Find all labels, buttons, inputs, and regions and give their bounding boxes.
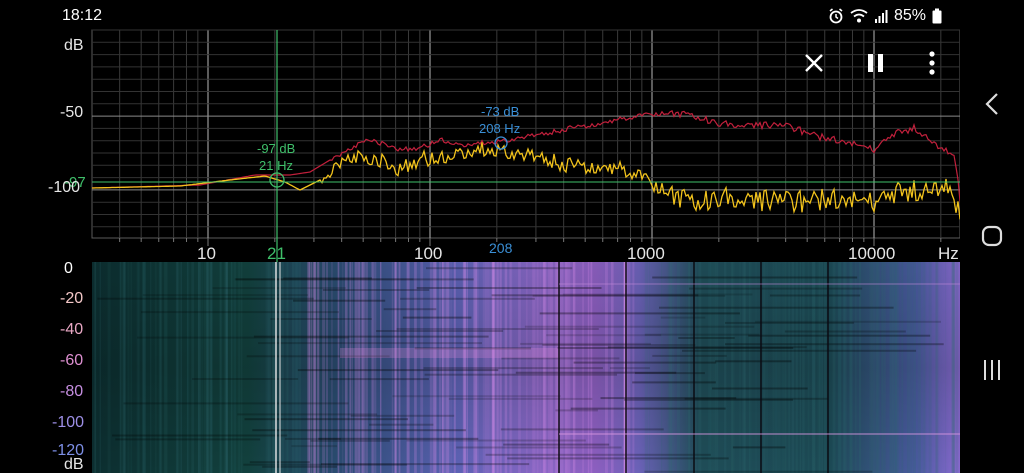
spectrum-plot[interactable]: -97 dB 21 Hz -97 21 -73 dB 208 Hz 208 dB…: [0, 0, 960, 262]
spectrogram[interactable]: 0 -20 -40 -60 -80 -100 -120 dB: [0, 262, 960, 473]
blue-freq-label: 208: [489, 240, 513, 256]
blue-readout-hz: 208 Hz: [479, 121, 520, 136]
green-freq-label: 21: [267, 244, 286, 262]
spectrum-y-unit: dB: [64, 37, 84, 54]
back-button[interactable]: [972, 84, 1012, 124]
home-icon: [981, 225, 1003, 247]
y-tick-label: -50: [60, 104, 83, 121]
spectrogram-label: -60: [60, 352, 83, 369]
x-tick-label: 10000: [848, 244, 895, 262]
green-readout-hz: 21 Hz: [259, 158, 293, 173]
back-icon: [985, 93, 998, 115]
more-options-button[interactable]: [914, 45, 950, 81]
live-trace: [92, 142, 960, 220]
more-vert-icon: [929, 51, 935, 75]
recents-button[interactable]: [972, 350, 1012, 390]
blue-readout-db: -73 dB: [481, 104, 519, 119]
spectrogram-y-labels: 0 -20 -40 -60 -80 -100 -120 dB: [52, 262, 84, 473]
spectrogram-y-unit: dB: [64, 456, 84, 473]
spectrogram-label: -40: [60, 321, 83, 338]
spectrogram-label: 0: [64, 262, 73, 277]
x-tick-label: 1000: [627, 244, 665, 262]
green-readout-db: -97 dB: [257, 141, 295, 156]
home-button[interactable]: [972, 216, 1012, 256]
spectrogram-label: -20: [60, 290, 83, 307]
x-tick-label: 100: [414, 244, 442, 262]
spectrogram-label: -80: [60, 383, 83, 400]
navigation-bar: [960, 0, 1024, 473]
spectrum-x-unit: Hz: [938, 244, 959, 262]
spectrogram-label: -100: [52, 414, 84, 431]
pause-button[interactable]: [858, 45, 894, 81]
close-button[interactable]: [796, 45, 832, 81]
y-tick-label: -100: [48, 179, 80, 196]
recents-icon: [984, 360, 1000, 380]
close-icon: [805, 54, 823, 72]
pause-icon: [868, 54, 883, 72]
x-tick-label: 10: [197, 244, 216, 262]
